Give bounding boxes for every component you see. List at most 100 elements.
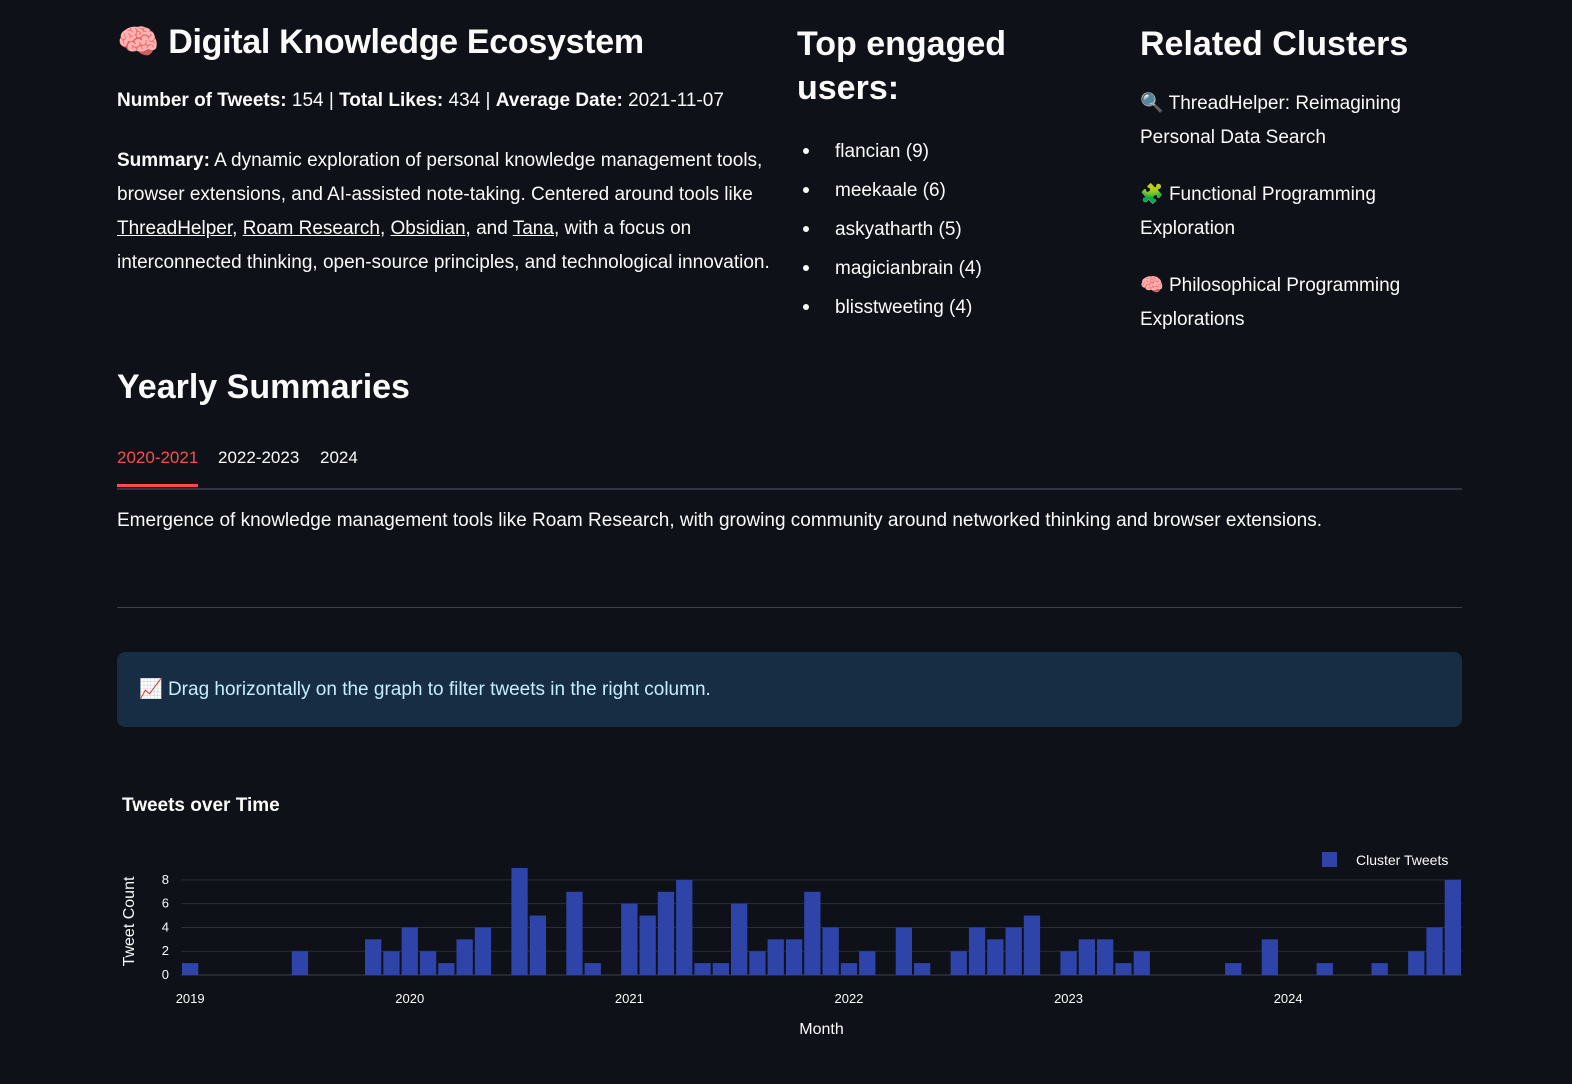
list-item: magicianbrain (4) (797, 249, 982, 288)
chart-bar[interactable] (822, 927, 839, 975)
chart-bar[interactable] (804, 891, 821, 975)
brain-icon: 🧠 (117, 22, 160, 62)
legend-label[interactable]: Cluster Tweets (1356, 852, 1448, 868)
chart-bar[interactable] (1261, 939, 1278, 975)
chart-bar[interactable] (1225, 963, 1242, 975)
related-clusters-heading: Related Clusters (1140, 25, 1409, 63)
x-tick-label: 2019 (176, 991, 205, 1006)
chart-bar[interactable] (383, 951, 400, 975)
list-item: blisstweeting (4) (797, 288, 982, 327)
related-cluster-label: ThreadHelper: Reimagining Personal Data … (1140, 93, 1401, 148)
divider (117, 607, 1462, 608)
tweets-over-time-chart[interactable]: 0 2 4 6 8 2019 2020 2021 2022 2023 2024 Month Tweet … (117, 840, 1462, 1050)
related-cluster-item[interactable]: 🧩 Functional Programming Exploration (1140, 177, 1460, 246)
chart-bar[interactable] (840, 963, 858, 975)
cluster-summary: Summary: A dynamic exploration of person… (117, 144, 777, 280)
yearly-tabs: 2020-2021 2022-2023 2024 (117, 440, 1462, 490)
chart-bar[interactable] (529, 915, 546, 975)
tab-panel-text: Emergence of knowledge management tools … (117, 510, 1323, 531)
chart-bar[interactable] (1408, 951, 1425, 975)
chart-bar[interactable] (584, 963, 601, 975)
average-date-label: Average Date: (495, 90, 623, 111)
list-item: askyatharth (5) (797, 210, 982, 249)
x-tick-label: 2020 (395, 991, 424, 1006)
related-cluster-label: Functional Programming Exploration (1140, 184, 1376, 239)
chart-bar[interactable] (1060, 951, 1077, 975)
chart-bar[interactable] (1078, 939, 1095, 975)
chart-bar[interactable] (950, 951, 967, 975)
top-users-heading: Top engaged users: (797, 25, 1007, 107)
chart-bar[interactable] (676, 879, 693, 975)
chart-bar[interactable] (621, 903, 638, 975)
stats-separator: | (328, 90, 334, 111)
x-tick-label: 2024 (1274, 991, 1303, 1006)
link-tana[interactable]: Tana (513, 218, 554, 239)
chart-bar[interactable] (987, 939, 1004, 975)
chart-bar[interactable] (511, 868, 528, 975)
chart-bar[interactable] (474, 927, 492, 975)
chart-bar[interactable] (712, 963, 729, 975)
tab-2020-2021[interactable]: 2020-2021 (117, 440, 199, 487)
chart-bar[interactable] (1316, 963, 1333, 975)
y-tick-label: 8 (162, 872, 169, 887)
link-obsidian[interactable]: Obsidian (391, 218, 466, 239)
summary-text: A dynamic exploration of personal knowle… (117, 150, 763, 205)
chart-increasing-icon: 📈 (139, 678, 163, 700)
tweets-count-label: Number of Tweets: (117, 90, 287, 111)
chart-bar[interactable] (365, 939, 382, 975)
chart-bar[interactable] (657, 891, 675, 975)
chart-bar[interactable] (291, 951, 309, 975)
y-tick-label: 6 (162, 896, 169, 911)
list-item: meekaale (6) (797, 171, 982, 210)
link-threadhelper[interactable]: ThreadHelper (117, 218, 232, 239)
stats-separator: | (485, 90, 491, 111)
related-cluster-item[interactable]: 🔍 ThreadHelper: Reimagining Personal Dat… (1140, 86, 1460, 155)
x-tick-label: 2022 (834, 991, 863, 1006)
link-roam-research[interactable]: Roam Research (243, 218, 380, 239)
puzzle-icon: 🧩 (1140, 183, 1164, 205)
page-title-text: Digital Knowledge Ecosystem (168, 23, 644, 61)
chart-bar[interactable] (731, 903, 748, 975)
chart-bar[interactable] (639, 915, 656, 975)
chart-bar[interactable] (1133, 951, 1150, 975)
related-cluster-item[interactable]: 🧠 Philosophical Programming Explorations (1140, 268, 1460, 337)
chart-bar[interactable] (767, 939, 784, 975)
chart-title: Tweets over Time (122, 795, 280, 816)
chart-bar[interactable] (694, 963, 711, 975)
chart-bar[interactable] (1005, 927, 1022, 975)
top-users-list: flancian (9) meekaale (6) askyatharth (5… (797, 132, 982, 327)
chart-bar[interactable] (1115, 963, 1132, 975)
info-banner: 📈 Drag horizontally on the graph to filt… (117, 652, 1462, 727)
average-date-value: 2021-11-07 (628, 90, 724, 111)
chart-bar[interactable] (1426, 927, 1443, 975)
list-item: flancian (9) (797, 132, 982, 171)
chart-bar[interactable] (1371, 963, 1388, 975)
chart-bar[interactable] (401, 927, 418, 975)
chart-bar[interactable] (968, 927, 986, 975)
chart-bar[interactable] (859, 951, 876, 975)
tab-2022-2023[interactable]: 2022-2023 (218, 440, 299, 476)
chart-bar[interactable] (1097, 939, 1114, 975)
chart-bar[interactable] (456, 939, 473, 975)
chart-bar[interactable] (566, 891, 583, 975)
x-axis-label: Month (799, 1021, 843, 1038)
summary-label: Summary: (117, 150, 210, 171)
yearly-summaries-heading: Yearly Summaries (117, 368, 410, 406)
chart-bar[interactable] (895, 927, 912, 975)
chart-bar[interactable] (419, 951, 437, 975)
y-tick-label: 4 (162, 919, 169, 934)
summary-separator: , (379, 218, 391, 239)
likes-value: 434 (448, 90, 481, 111)
chart-bar[interactable] (182, 963, 199, 975)
tab-2024[interactable]: 2024 (320, 440, 358, 476)
tweets-count-value: 154 (291, 90, 324, 111)
related-clusters-list: 🔍 ThreadHelper: Reimagining Personal Dat… (1140, 86, 1460, 359)
y-axis-label: Tweet Count (121, 876, 138, 966)
info-banner-text: Drag horizontally on the graph to filter… (167, 679, 711, 700)
chart-bar[interactable] (438, 963, 455, 975)
chart-bar[interactable] (1444, 879, 1461, 975)
chart-bar[interactable] (785, 939, 803, 975)
chart-bar[interactable] (1023, 915, 1041, 975)
chart-bar[interactable] (914, 963, 931, 975)
chart-bar[interactable] (749, 951, 766, 975)
